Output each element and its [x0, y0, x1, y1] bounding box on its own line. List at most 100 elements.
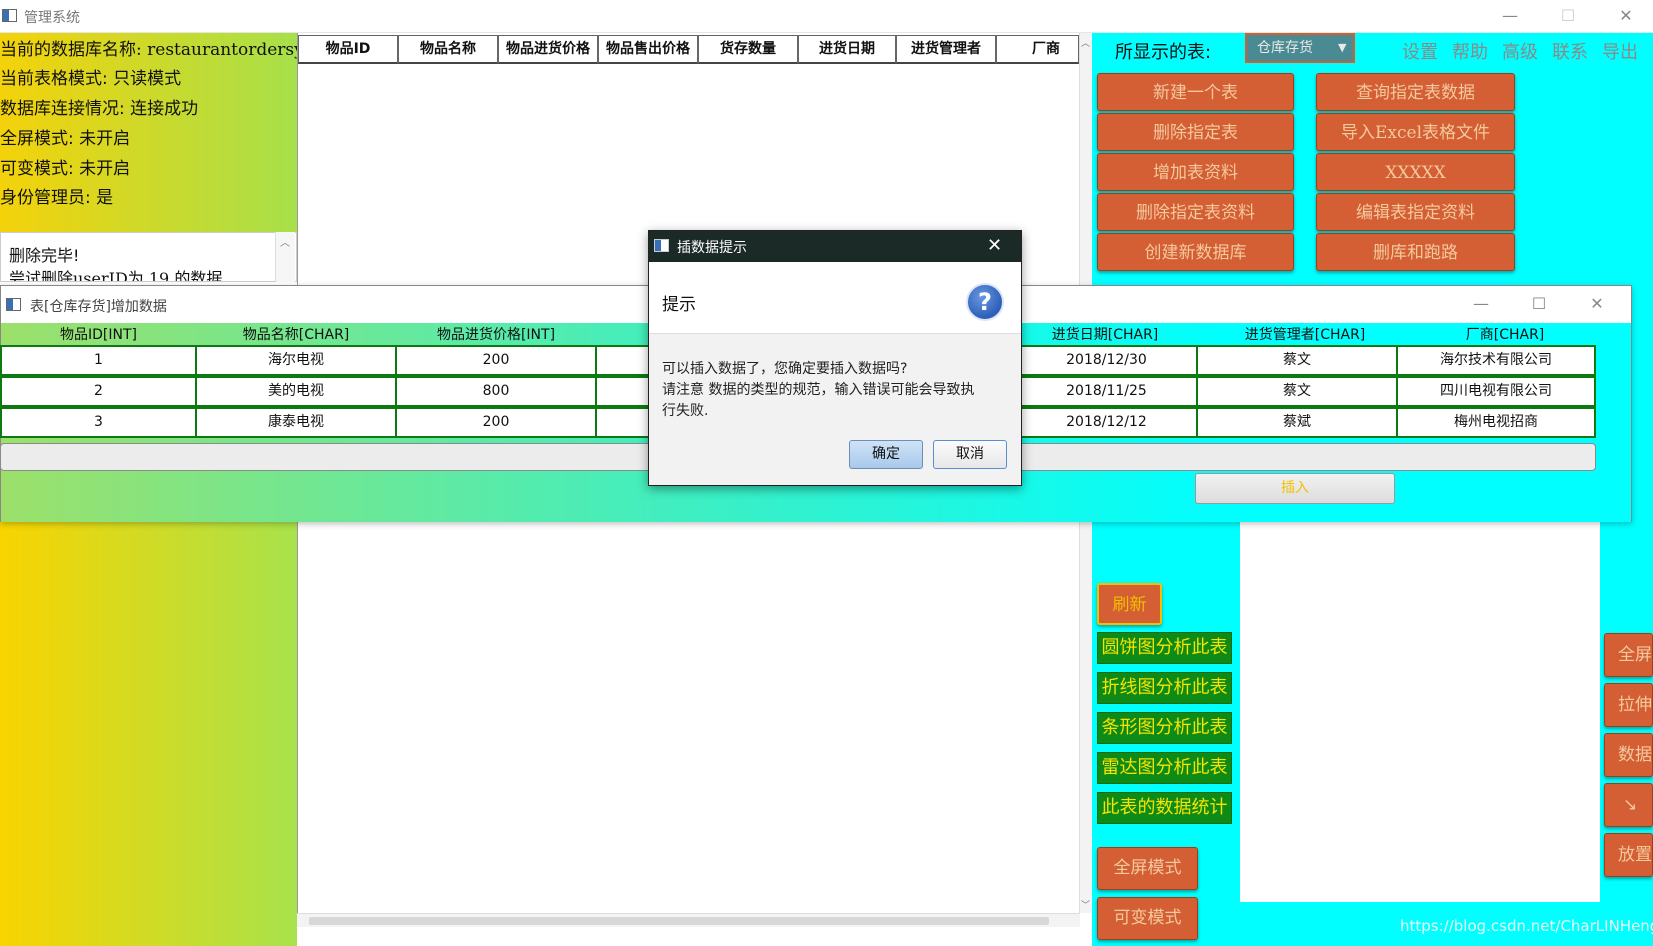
line-chart-button[interactable]: 折线图分析此表: [1097, 672, 1232, 704]
main-col-header[interactable]: 进货管理者: [896, 35, 996, 64]
main-col-header[interactable]: 物品售出价格: [598, 35, 698, 64]
query-table-button[interactable]: 查询指定表数据: [1316, 73, 1515, 111]
log-area[interactable]: 删除完毕! 尝试删除userID为 19 的数据: [0, 232, 297, 282]
info-table-mode: 当前表格模式: 只读模式: [0, 69, 182, 89]
settings-link[interactable]: 设置: [1402, 38, 1438, 64]
log-line: 删除完毕!: [9, 246, 80, 265]
delete-table-button[interactable]: 删除指定表: [1097, 113, 1294, 151]
fullscreen-mode-button[interactable]: 全屏模式: [1097, 847, 1198, 890]
variable-mode-button[interactable]: 可变模式: [1097, 897, 1198, 940]
log-line: 尝试删除userID为 19 的数据: [9, 269, 223, 282]
close-icon[interactable]: ✕: [1606, 1, 1646, 31]
drop-database-button[interactable]: 删库和跑路: [1316, 233, 1515, 271]
dialog-message-line: 请注意 数据的类型的规范，输入错误可能会导致执: [662, 382, 975, 398]
data-statistics-button[interactable]: 此表的数据统计: [1097, 792, 1232, 824]
insert-cell[interactable]: 梅州电视招商: [1396, 407, 1596, 438]
insert-cell[interactable]: 美的电视: [195, 376, 397, 407]
watermark: https://blog.csdn.net/CharLINHeng: [1400, 917, 1653, 935]
side-fullscreen-button[interactable]: 全屏: [1604, 633, 1653, 677]
insert-cell[interactable]: 海尔技术有限公司: [1396, 345, 1596, 376]
contact-link[interactable]: 联系: [1552, 38, 1588, 64]
app-icon: [654, 239, 669, 252]
insert-cell[interactable]: 1: [0, 345, 197, 376]
advanced-link[interactable]: 高级: [1502, 38, 1538, 64]
dialog-message-line: 可以插入数据了，您确定要插入数据吗?: [662, 361, 908, 377]
ok-button[interactable]: 确定: [849, 440, 923, 469]
create-database-button[interactable]: 创建新数据库: [1097, 233, 1294, 271]
maximize-icon[interactable]: ☐: [1548, 1, 1588, 31]
insert-cell[interactable]: 800: [395, 376, 597, 407]
main-col-header[interactable]: 货存数量: [698, 35, 798, 64]
side-stretch-button[interactable]: 拉伸: [1604, 683, 1653, 727]
pie-chart-button[interactable]: 圆饼图分析此表: [1097, 632, 1232, 664]
main-col-header[interactable]: 厂商: [996, 35, 1079, 64]
table-select[interactable]: 仓库存货 ▼: [1245, 33, 1355, 63]
minimize-icon[interactable]: —: [1490, 1, 1530, 31]
insert-cell[interactable]: 海尔电视: [195, 345, 397, 376]
refresh-button[interactable]: 刷新: [1097, 583, 1162, 625]
close-icon[interactable]: ✕: [1577, 289, 1617, 319]
radar-chart-button[interactable]: 雷达图分析此表: [1097, 752, 1232, 784]
insert-col-header: 厂商[CHAR]: [1465, 327, 1545, 343]
import-excel-button[interactable]: 导入Excel表格文件: [1316, 113, 1515, 151]
main-col-header[interactable]: 物品进货价格: [498, 35, 598, 64]
insert-cell[interactable]: 2018/11/25: [1015, 376, 1198, 407]
main-horizontal-scrollbar[interactable]: [297, 913, 1080, 927]
insert-cell[interactable]: 蔡斌: [1196, 407, 1398, 438]
insert-cell[interactable]: 200: [395, 407, 597, 438]
log-scrollbar[interactable]: ︿: [275, 232, 295, 282]
main-titlebar: 管理系统 — ☐ ✕: [0, 0, 1653, 33]
insert-cell[interactable]: [595, 407, 655, 438]
insert-cell[interactable]: 康泰电视: [195, 407, 397, 438]
insert-cell[interactable]: 2018/12/12: [1015, 407, 1198, 438]
minimize-icon[interactable]: —: [1461, 289, 1501, 319]
main-col-header[interactable]: 物品ID: [298, 35, 398, 64]
insert-button[interactable]: 插入: [1195, 473, 1395, 504]
chevron-down-icon: ▼: [1338, 41, 1347, 54]
shown-table-label: 所显示的表:: [1115, 42, 1212, 63]
insert-cell[interactable]: [595, 376, 655, 407]
help-link[interactable]: 帮助: [1452, 38, 1488, 64]
close-icon[interactable]: ✕: [987, 235, 1002, 256]
dialog-header-text: 提示: [662, 295, 696, 315]
delete-table-data-button[interactable]: 删除指定表资料: [1097, 193, 1294, 231]
new-table-button[interactable]: 新建一个表: [1097, 73, 1294, 111]
insert-cell[interactable]: 2018/12/30: [1015, 345, 1198, 376]
bar-chart-button[interactable]: 条形图分析此表: [1097, 712, 1232, 744]
side-place-button[interactable]: 放置: [1604, 833, 1653, 877]
dialog-header: [649, 262, 1021, 334]
info-database-name: 当前的数据库名称: restaurantordersystem: [0, 40, 346, 60]
insert-cell[interactable]: 蔡文: [1196, 376, 1398, 407]
insert-col-header: 进货管理者[CHAR]: [1244, 327, 1366, 343]
dialog-message-line: 行失败.: [662, 403, 709, 419]
insert-col-header: 物品ID[INT]: [60, 327, 137, 343]
export-link[interactable]: 导出: [1602, 38, 1638, 64]
side-data-button[interactable]: 数据: [1604, 733, 1653, 777]
chart-display-area: [1240, 522, 1600, 902]
cancel-button[interactable]: 取消: [933, 440, 1007, 469]
add-table-data-button[interactable]: 增加表资料: [1097, 153, 1294, 191]
scroll-up-icon[interactable]: ︿: [1081, 36, 1090, 49]
scroll-up-icon[interactable]: ︿: [280, 234, 290, 249]
app-icon: [2, 9, 17, 22]
info-admin: 身份管理员: 是: [0, 188, 114, 208]
xxxxx-button[interactable]: XXXXX: [1316, 153, 1515, 191]
insert-col-header: 物品名称[CHAR]: [242, 327, 350, 343]
left-lower-panel: [0, 522, 297, 946]
insert-cell[interactable]: [595, 345, 655, 376]
scroll-down-icon[interactable]: ﹀: [1081, 898, 1090, 911]
insert-cell[interactable]: 3: [0, 407, 197, 438]
insert-window-title: 表[仓库存货]增加数据: [30, 299, 167, 315]
edit-table-data-button[interactable]: 编辑表指定资料: [1316, 193, 1515, 231]
maximize-icon[interactable]: ☐: [1519, 289, 1559, 319]
main-col-header[interactable]: 物品名称: [398, 35, 498, 64]
window-title: 管理系统: [24, 10, 80, 26]
side-resize-button[interactable]: ↘: [1604, 783, 1653, 827]
insert-cell[interactable]: 200: [395, 345, 597, 376]
scroll-thumb[interactable]: [309, 917, 1049, 925]
insert-cell[interactable]: 蔡文: [1196, 345, 1398, 376]
table-select-value: 仓库存货: [1257, 40, 1313, 56]
main-col-header[interactable]: 进货日期: [798, 35, 896, 64]
insert-cell[interactable]: 2: [0, 376, 197, 407]
insert-cell[interactable]: 四川电视有限公司: [1396, 376, 1596, 407]
